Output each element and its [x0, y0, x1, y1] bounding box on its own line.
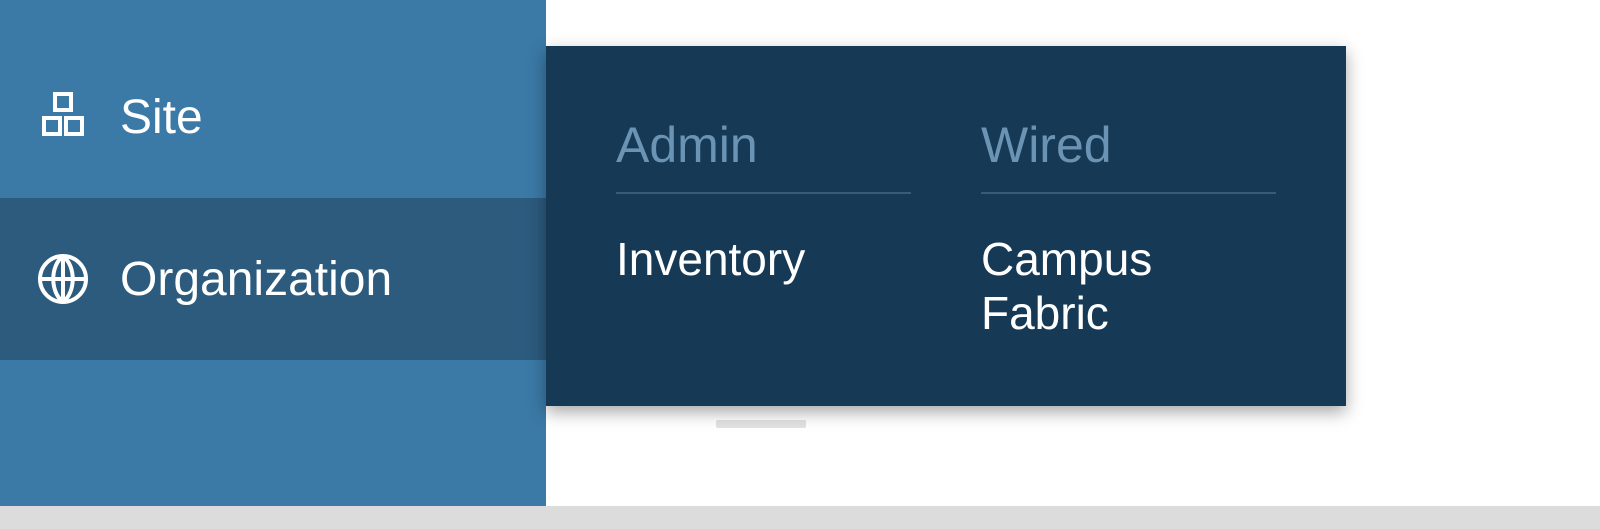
organization-flyout: Admin Inventory Wired Campus Fabric: [546, 46, 1346, 406]
flyout-heading-wired: Wired: [981, 116, 1276, 194]
flyout-column-wired: Wired Campus Fabric: [981, 116, 1276, 406]
sidebar-item-label: Organization: [120, 252, 392, 307]
flyout-heading-admin: Admin: [616, 116, 911, 194]
sidebar-item-label: Site: [120, 90, 203, 145]
globe-icon: [36, 252, 90, 306]
sidebar-item-organization[interactable]: Organization: [0, 198, 546, 360]
sidebar-item-site[interactable]: Site: [0, 36, 546, 198]
flyout-link-inventory[interactable]: Inventory: [616, 232, 911, 286]
flyout-column-admin: Admin Inventory: [616, 116, 911, 406]
site-icon: [36, 90, 90, 144]
page-decorative-line: [716, 420, 806, 428]
sidebar: Site Organization: [0, 0, 546, 506]
flyout-link-campus-fabric[interactable]: Campus Fabric: [981, 232, 1276, 340]
